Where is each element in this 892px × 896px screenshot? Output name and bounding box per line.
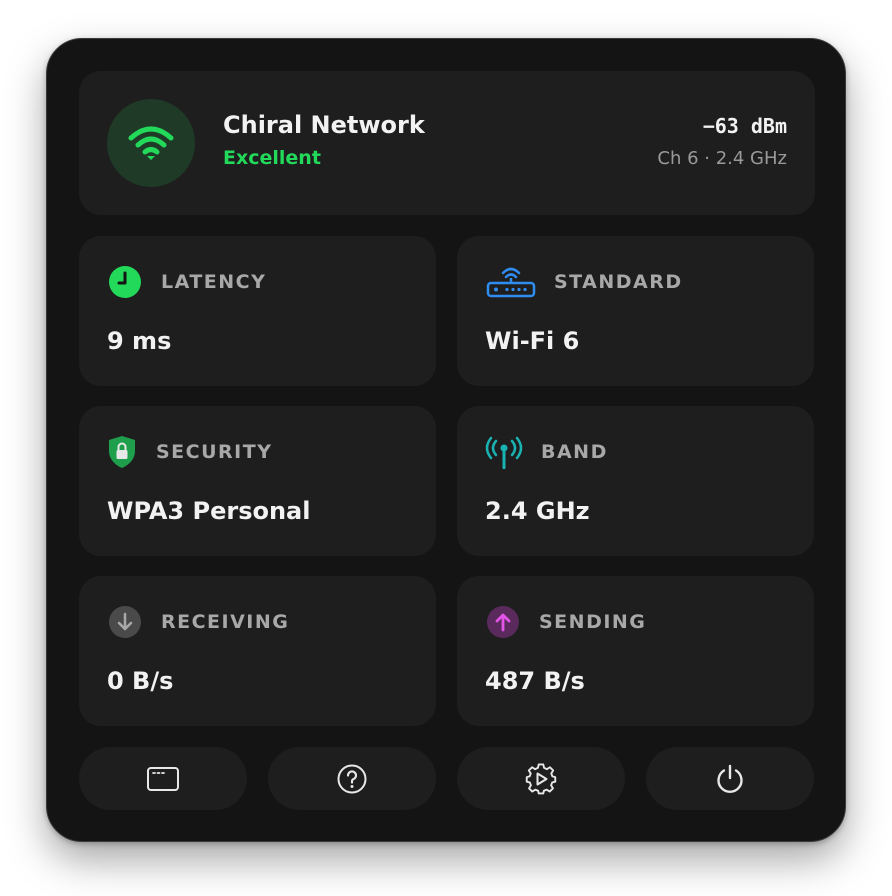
receiving-label: RECEIVING — [161, 611, 290, 633]
network-name: Chiral Network — [223, 111, 425, 139]
settings-icon — [525, 762, 557, 794]
latency-label: LATENCY — [161, 271, 267, 293]
latency-tile: LATENCY 9 ms — [79, 236, 436, 386]
shield-lock-icon — [107, 434, 137, 470]
security-tile: SECURITY WPA3 Personal — [79, 406, 436, 556]
latency-value: 9 ms — [107, 327, 172, 355]
sending-value: 487 B/s — [485, 667, 585, 695]
security-label: SECURITY — [156, 441, 273, 463]
settings-button[interactable] — [457, 747, 625, 810]
sending-tile: SENDING 487 B/s — [457, 576, 814, 726]
window-icon — [147, 766, 179, 791]
power-icon — [717, 764, 743, 793]
signal-strength: −63 dBm — [702, 114, 787, 138]
wifi-icon — [128, 126, 174, 160]
network-header: Chiral Network Excellent −63 dBm Ch 6 · … — [79, 71, 815, 215]
arrow-up-icon — [485, 604, 521, 640]
clock-icon — [107, 264, 143, 300]
receiving-value: 0 B/s — [107, 667, 174, 695]
help-icon — [337, 764, 367, 793]
band-label: BAND — [541, 441, 608, 463]
sending-label: SENDING — [539, 611, 647, 633]
band-value: 2.4 GHz — [485, 497, 590, 525]
signal-quality: Excellent — [223, 147, 321, 169]
open-window-button[interactable] — [79, 747, 247, 810]
help-button[interactable] — [268, 747, 436, 810]
channel-info: Ch 6 · 2.4 GHz — [657, 148, 787, 169]
standard-tile: STANDARD Wi-Fi 6 — [457, 236, 814, 386]
security-value: WPA3 Personal — [107, 497, 311, 525]
receiving-tile: RECEIVING 0 B/s — [79, 576, 436, 726]
wifi-badge — [107, 99, 195, 187]
router-icon — [485, 262, 537, 302]
standard-label: STANDARD — [554, 271, 683, 293]
standard-value: Wi-Fi 6 — [485, 327, 580, 355]
arrow-down-icon — [107, 604, 143, 640]
power-button[interactable] — [646, 747, 814, 810]
antenna-icon — [485, 434, 523, 470]
wifi-status-panel: Chiral Network Excellent −63 dBm Ch 6 · … — [46, 38, 846, 842]
band-tile: BAND 2.4 GHz — [457, 406, 814, 556]
